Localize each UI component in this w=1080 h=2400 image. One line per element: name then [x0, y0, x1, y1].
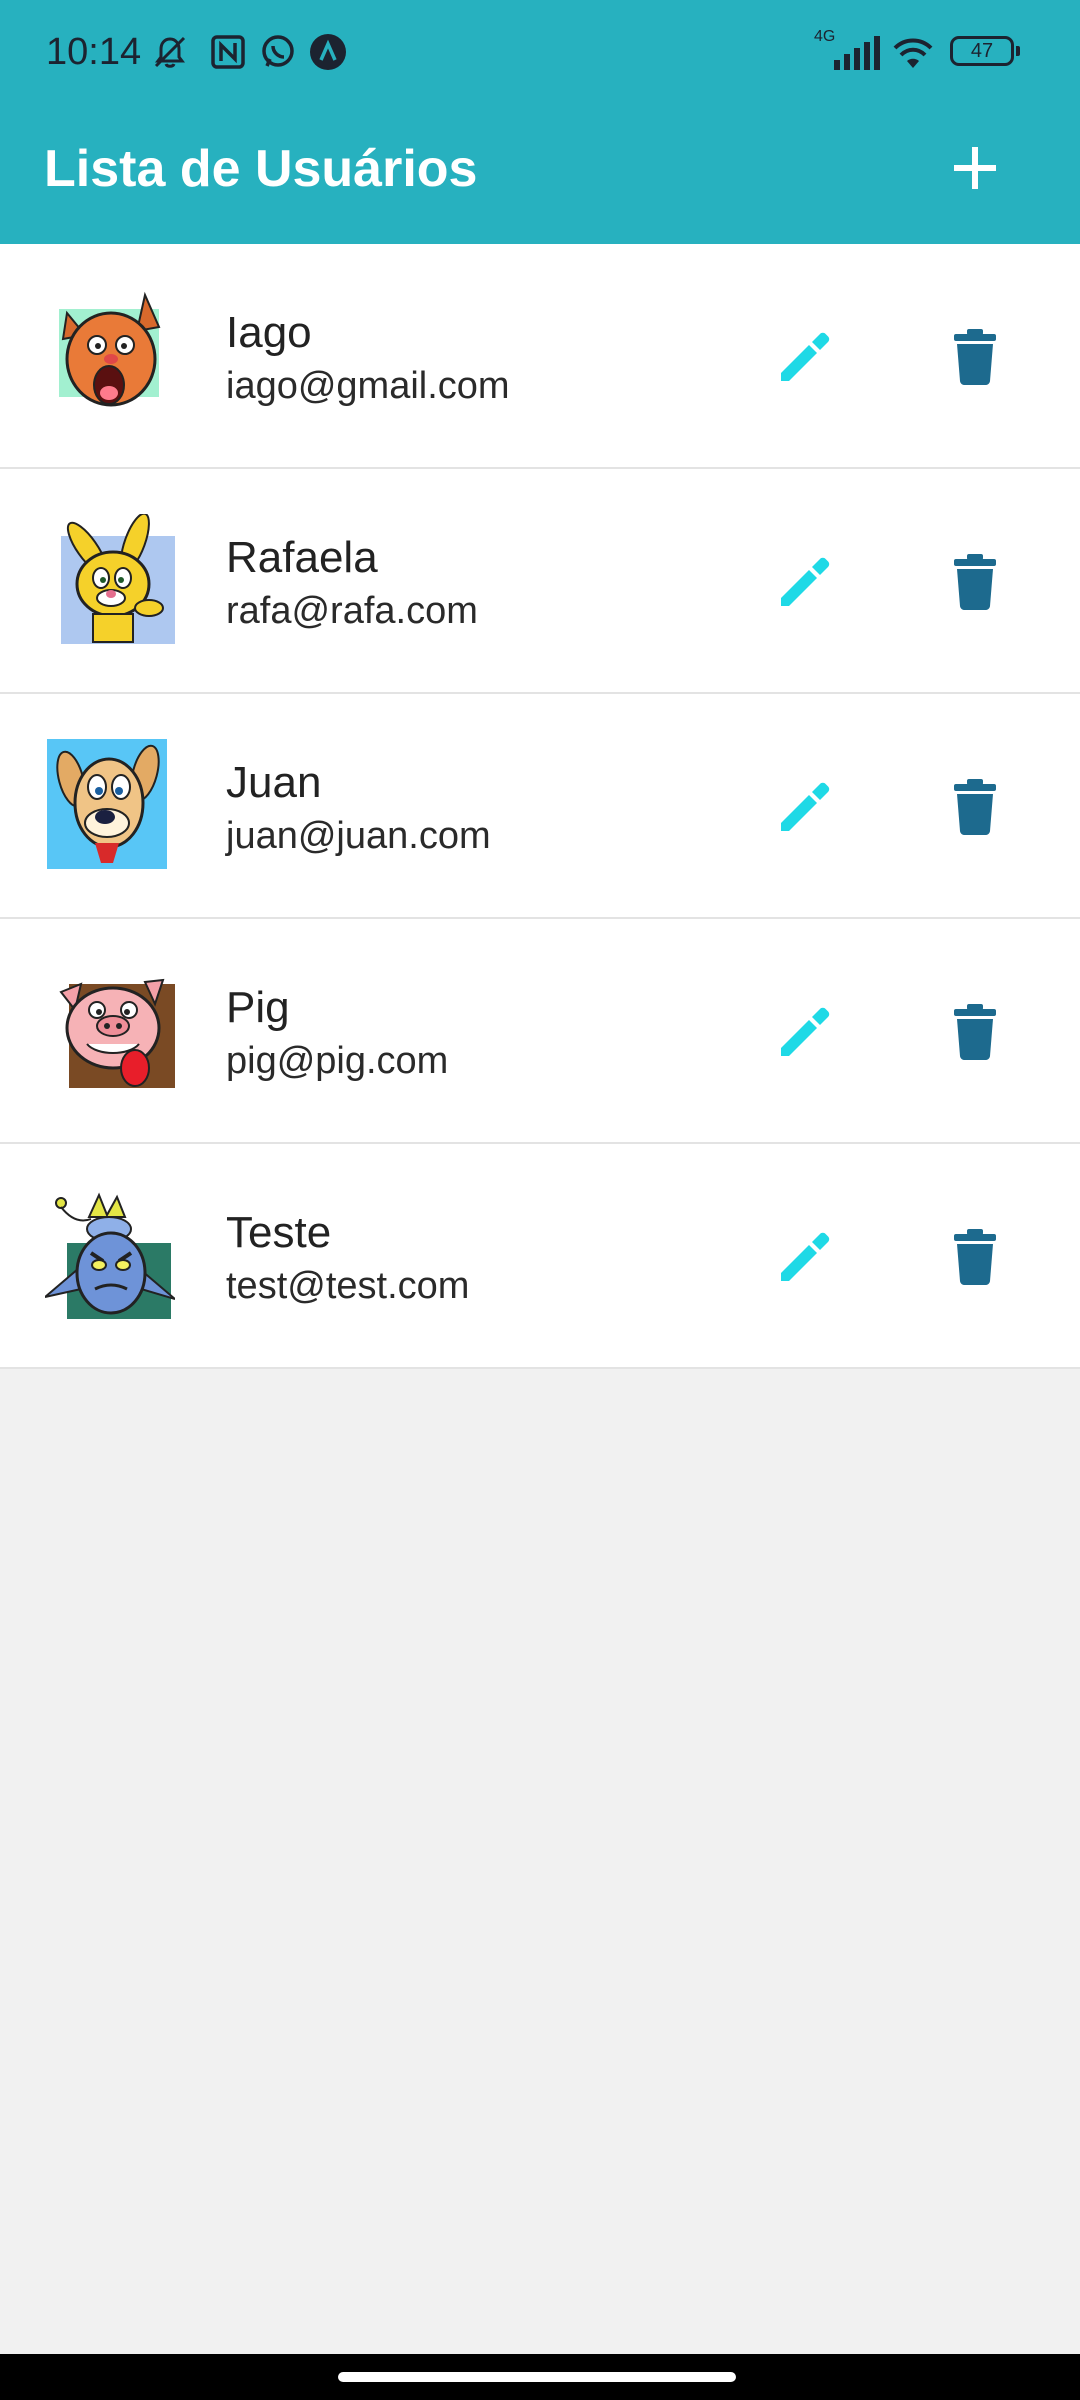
wifi-icon [888, 30, 938, 74]
navigation-bar [0, 2354, 1080, 2400]
pencil-icon [781, 332, 830, 381]
list-item: Teste test@test.com [0, 1144, 1080, 1369]
user-email: test@test.com [226, 1265, 470, 1307]
user-email: pig@pig.com [226, 1040, 449, 1082]
cartoon-pig-avatar [45, 964, 175, 1094]
edit-user-button[interactable] [770, 547, 840, 617]
cartoon-goblin-avatar [44, 1189, 176, 1325]
user-info: Iago iago@gmail.com [226, 306, 726, 412]
list-item: Pig pig@pig.com [0, 919, 1080, 1144]
user-info: Teste test@test.com [226, 1206, 726, 1312]
user-name: Teste [226, 1208, 332, 1257]
delete-user-button[interactable] [940, 997, 1010, 1067]
page-title: Lista de Usuários [44, 140, 478, 198]
signal-icon: 4G [814, 28, 884, 72]
cartoon-rabbit-avatar [45, 512, 175, 644]
status-time: 10:14 [46, 31, 142, 73]
status-bar: 10:14 4G 47 [0, 0, 1080, 104]
cartoon-cat-avatar [45, 289, 175, 419]
plus-icon [954, 147, 996, 189]
trash-icon [954, 779, 996, 835]
edit-user-button[interactable] [770, 1222, 840, 1292]
user-name: Rafaela [226, 533, 378, 582]
user-name: Juan [226, 758, 322, 807]
user-info: Pig pig@pig.com [226, 981, 726, 1087]
user-info: Juan juan@juan.com [226, 756, 726, 862]
nfc-icon [206, 30, 250, 74]
user-email: juan@juan.com [226, 815, 491, 857]
cartoon-dog-avatar [45, 739, 175, 877]
pencil-icon [781, 1007, 830, 1056]
delete-user-button[interactable] [940, 547, 1010, 617]
app-header: 10:14 4G 47 Lista de Usuários [0, 0, 1080, 244]
user-name: Pig [226, 983, 290, 1032]
edit-user-button[interactable] [770, 997, 840, 1067]
list-item: Juan juan@juan.com [0, 694, 1080, 919]
trash-icon [954, 329, 996, 385]
pencil-icon [781, 1232, 830, 1281]
list-item: Rafaela rafa@rafa.com [0, 469, 1080, 694]
user-list: Iago iago@gmail.com Rafaela rafa@rafa.co… [0, 244, 1080, 1369]
edit-user-button[interactable] [770, 322, 840, 392]
battery-icon: 47 [950, 36, 1020, 66]
battery-level: 47 [970, 39, 994, 62]
home-indicator[interactable] [338, 2372, 736, 2382]
delete-user-button[interactable] [940, 772, 1010, 842]
user-email: rafa@rafa.com [226, 590, 478, 632]
trash-icon [954, 554, 996, 610]
app-icon [306, 30, 350, 74]
user-info: Rafaela rafa@rafa.com [226, 531, 726, 637]
add-user-button[interactable] [940, 128, 1010, 208]
edit-user-button[interactable] [770, 772, 840, 842]
whatsapp-icon [256, 30, 300, 74]
trash-icon [954, 1229, 996, 1285]
user-name: Iago [226, 308, 312, 357]
delete-user-button[interactable] [940, 322, 1010, 392]
trash-icon [954, 1004, 996, 1060]
pencil-icon [781, 557, 830, 606]
list-item: Iago iago@gmail.com [0, 244, 1080, 469]
pencil-icon [781, 782, 830, 831]
delete-user-button[interactable] [940, 1222, 1010, 1292]
user-email: iago@gmail.com [226, 365, 510, 407]
mute-vibrate-icon [148, 30, 192, 74]
